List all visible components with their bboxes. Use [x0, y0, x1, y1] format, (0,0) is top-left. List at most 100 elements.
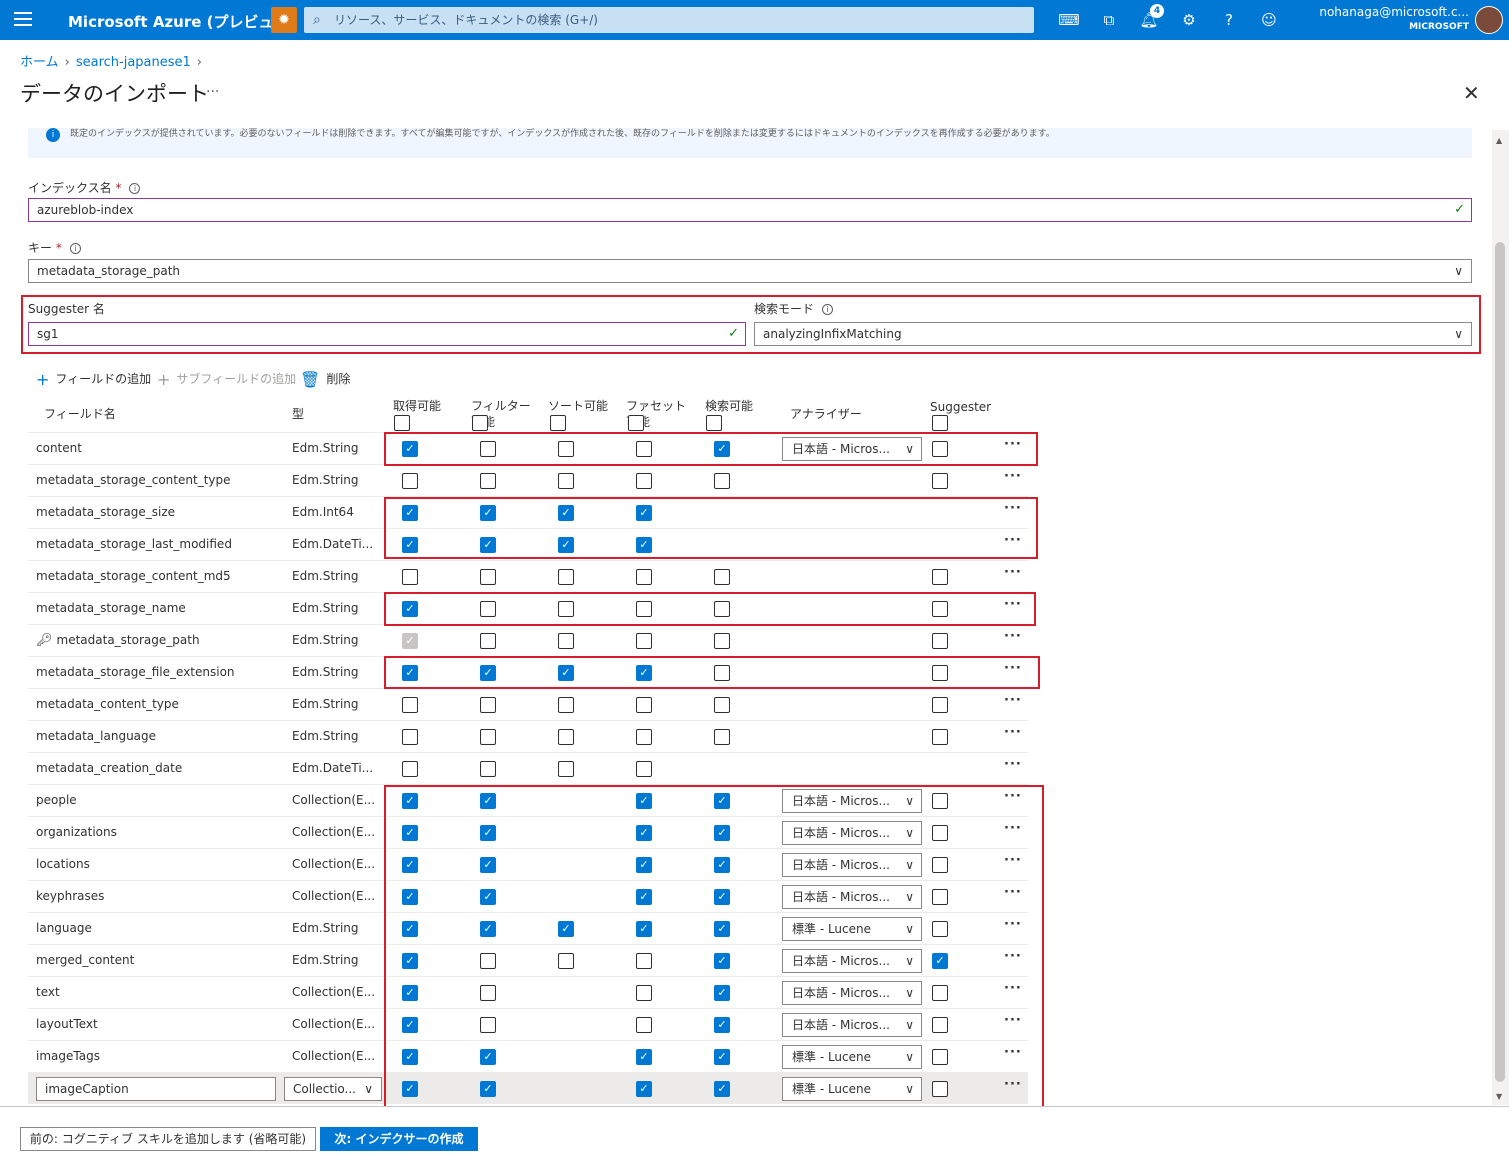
facetable-checkbox[interactable]: ✓: [636, 857, 652, 873]
table-row[interactable]: layoutText Collection(E... ✓ ✓ 日本語 - Micros.…: [28, 1008, 1028, 1040]
analyzer-dropdown[interactable]: 日本語 - Micros... ∨: [782, 853, 922, 877]
facetable-checkbox[interactable]: [636, 601, 652, 617]
retrievable-checkbox[interactable]: [402, 473, 418, 489]
facetable-checkbox[interactable]: [636, 633, 652, 649]
scroll-up-icon[interactable]: ▲: [1496, 136, 1502, 145]
filterable-checkbox[interactable]: [480, 697, 496, 713]
column-header-type[interactable]: 型: [292, 406, 304, 422]
breadcrumb-resource[interactable]: search-japanese1: [76, 55, 191, 70]
filterable-checkbox[interactable]: [480, 761, 496, 777]
analyzer-dropdown[interactable]: 日本語 - Micros... ∨: [782, 437, 922, 461]
facetable-checkbox[interactable]: ✓: [636, 825, 652, 841]
account-menu[interactable]: nohanaga@microsoft.c... MICROSOFT: [1319, 5, 1469, 32]
suggester-checkbox[interactable]: [932, 473, 948, 489]
sortable-checkbox[interactable]: [558, 473, 574, 489]
suggester-checkbox[interactable]: [932, 697, 948, 713]
facetable-checkbox[interactable]: [636, 953, 652, 969]
avatar[interactable]: [1475, 6, 1503, 34]
vertical-scrollbar[interactable]: ▲ ▼: [1492, 130, 1509, 1105]
sortable-checkbox[interactable]: ✓: [558, 665, 574, 681]
index-name-input[interactable]: azureblob-index ✓: [28, 198, 1472, 222]
info-tooltip-icon[interactable]: i: [129, 183, 141, 194]
select-all-retrievable-checkbox[interactable]: [394, 415, 410, 431]
filterable-checkbox[interactable]: [480, 633, 496, 649]
facetable-checkbox[interactable]: [636, 761, 652, 777]
menu-icon[interactable]: [14, 12, 32, 28]
filterable-checkbox[interactable]: [480, 601, 496, 617]
retrievable-checkbox[interactable]: [402, 569, 418, 585]
select-all-suggester-checkbox[interactable]: [932, 415, 948, 431]
suggester-checkbox[interactable]: [932, 1017, 948, 1033]
table-row[interactable]: text Collection(E... ✓ ✓ 日本語 - Micros... ∨ ···: [28, 976, 1028, 1008]
filterable-checkbox[interactable]: ✓: [480, 665, 496, 681]
filterable-checkbox[interactable]: ✓: [480, 1081, 496, 1097]
breadcrumb-home[interactable]: ホーム: [20, 55, 59, 70]
searchable-checkbox[interactable]: [714, 473, 730, 489]
global-search-input[interactable]: ⌕ リソース、サービス、ドキュメントの検索 (G+/): [304, 7, 1034, 33]
column-header-name[interactable]: フィールド名: [44, 406, 116, 422]
row-more-icon[interactable]: ···: [1004, 725, 1022, 740]
sortable-checkbox[interactable]: [558, 761, 574, 777]
searchable-checkbox[interactable]: [714, 601, 730, 617]
filterable-checkbox[interactable]: ✓: [480, 825, 496, 841]
table-row[interactable]: locations Collection(E... ✓ ✓ ✓ ✓ 日本語 - Micros…: [28, 848, 1028, 880]
sortable-checkbox[interactable]: ✓: [558, 505, 574, 521]
retrievable-checkbox[interactable]: ✓: [402, 441, 418, 457]
facetable-checkbox[interactable]: ✓: [636, 505, 652, 521]
facetable-checkbox[interactable]: [636, 697, 652, 713]
suggester-checkbox[interactable]: [932, 857, 948, 873]
suggester-checkbox[interactable]: [932, 793, 948, 809]
retrievable-checkbox[interactable]: [402, 761, 418, 777]
key-dropdown[interactable]: metadata_storage_path ∨: [28, 259, 1472, 283]
row-more-icon[interactable]: ···: [1004, 533, 1022, 548]
filterable-checkbox[interactable]: ✓: [480, 537, 496, 553]
analyzer-dropdown[interactable]: 日本語 - Micros... ∨: [782, 981, 922, 1005]
suggester-checkbox[interactable]: [932, 1049, 948, 1065]
row-more-icon[interactable]: ···: [1004, 885, 1022, 900]
analyzer-dropdown[interactable]: 日本語 - Micros... ∨: [782, 885, 922, 909]
row-more-icon[interactable]: ···: [1004, 661, 1022, 676]
retrievable-checkbox[interactable]: [402, 697, 418, 713]
row-more-icon[interactable]: ···: [1004, 597, 1022, 612]
retrievable-checkbox[interactable]: ✓: [402, 857, 418, 873]
retrievable-checkbox[interactable]: ✓: [402, 985, 418, 1001]
filterable-checkbox[interactable]: ✓: [480, 505, 496, 521]
table-row[interactable]: metadata_storage_file_extension Edm.Strin…: [28, 656, 1028, 688]
more-options-icon[interactable]: ···: [206, 84, 219, 100]
bug-icon[interactable]: ✹: [271, 7, 297, 33]
suggester-checkbox[interactable]: [932, 569, 948, 585]
sortable-checkbox[interactable]: ✓: [558, 921, 574, 937]
searchable-checkbox[interactable]: ✓: [714, 889, 730, 905]
table-row[interactable]: metadata_storage_name Edm.String ✓ ···: [28, 592, 1028, 624]
add-field-button[interactable]: + フィールドの追加: [36, 370, 151, 389]
searchable-checkbox[interactable]: [714, 729, 730, 745]
table-row[interactable]: organizations Collection(E... ✓ ✓ ✓ ✓ 日本語 - Mi…: [28, 816, 1028, 848]
table-row[interactable]: metadata_content_type Edm.String ···: [28, 688, 1028, 720]
portal-brand[interactable]: Microsoft Azure (プレビュー): [68, 11, 295, 32]
filterable-checkbox[interactable]: [480, 441, 496, 457]
row-more-icon[interactable]: ···: [1004, 981, 1022, 996]
suggester-checkbox[interactable]: [932, 633, 948, 649]
suggester-checkbox[interactable]: [932, 601, 948, 617]
sortable-checkbox[interactable]: [558, 601, 574, 617]
facetable-checkbox[interactable]: ✓: [636, 665, 652, 681]
table-row[interactable]: metadata_storage_size Edm.Int64 ✓ ✓ ✓ ✓ ···: [28, 496, 1028, 528]
row-more-icon[interactable]: ···: [1004, 1077, 1022, 1092]
row-more-icon[interactable]: ···: [1004, 917, 1022, 932]
table-row[interactable]: metadata_storage_content_type Edm.String ·…: [28, 464, 1028, 496]
suggester-checkbox[interactable]: [932, 921, 948, 937]
row-more-icon[interactable]: ···: [1004, 1013, 1022, 1028]
analyzer-dropdown[interactable]: 日本語 - Micros... ∨: [782, 789, 922, 813]
row-more-icon[interactable]: ···: [1004, 469, 1022, 484]
retrievable-checkbox[interactable]: ✓: [402, 665, 418, 681]
sortable-checkbox[interactable]: [558, 633, 574, 649]
filterable-checkbox[interactable]: [480, 729, 496, 745]
analyzer-dropdown[interactable]: 日本語 - Micros... ∨: [782, 1013, 922, 1037]
retrievable-checkbox[interactable]: ✓: [402, 825, 418, 841]
table-row[interactable]: 🔑︎ metadata_storage_path Edm.String ✓ ···: [28, 624, 1028, 656]
retrievable-checkbox[interactable]: ✓: [402, 921, 418, 937]
searchable-checkbox[interactable]: ✓: [714, 793, 730, 809]
sortable-checkbox[interactable]: [558, 697, 574, 713]
facetable-checkbox[interactable]: ✓: [636, 1081, 652, 1097]
facetable-checkbox[interactable]: [636, 473, 652, 489]
